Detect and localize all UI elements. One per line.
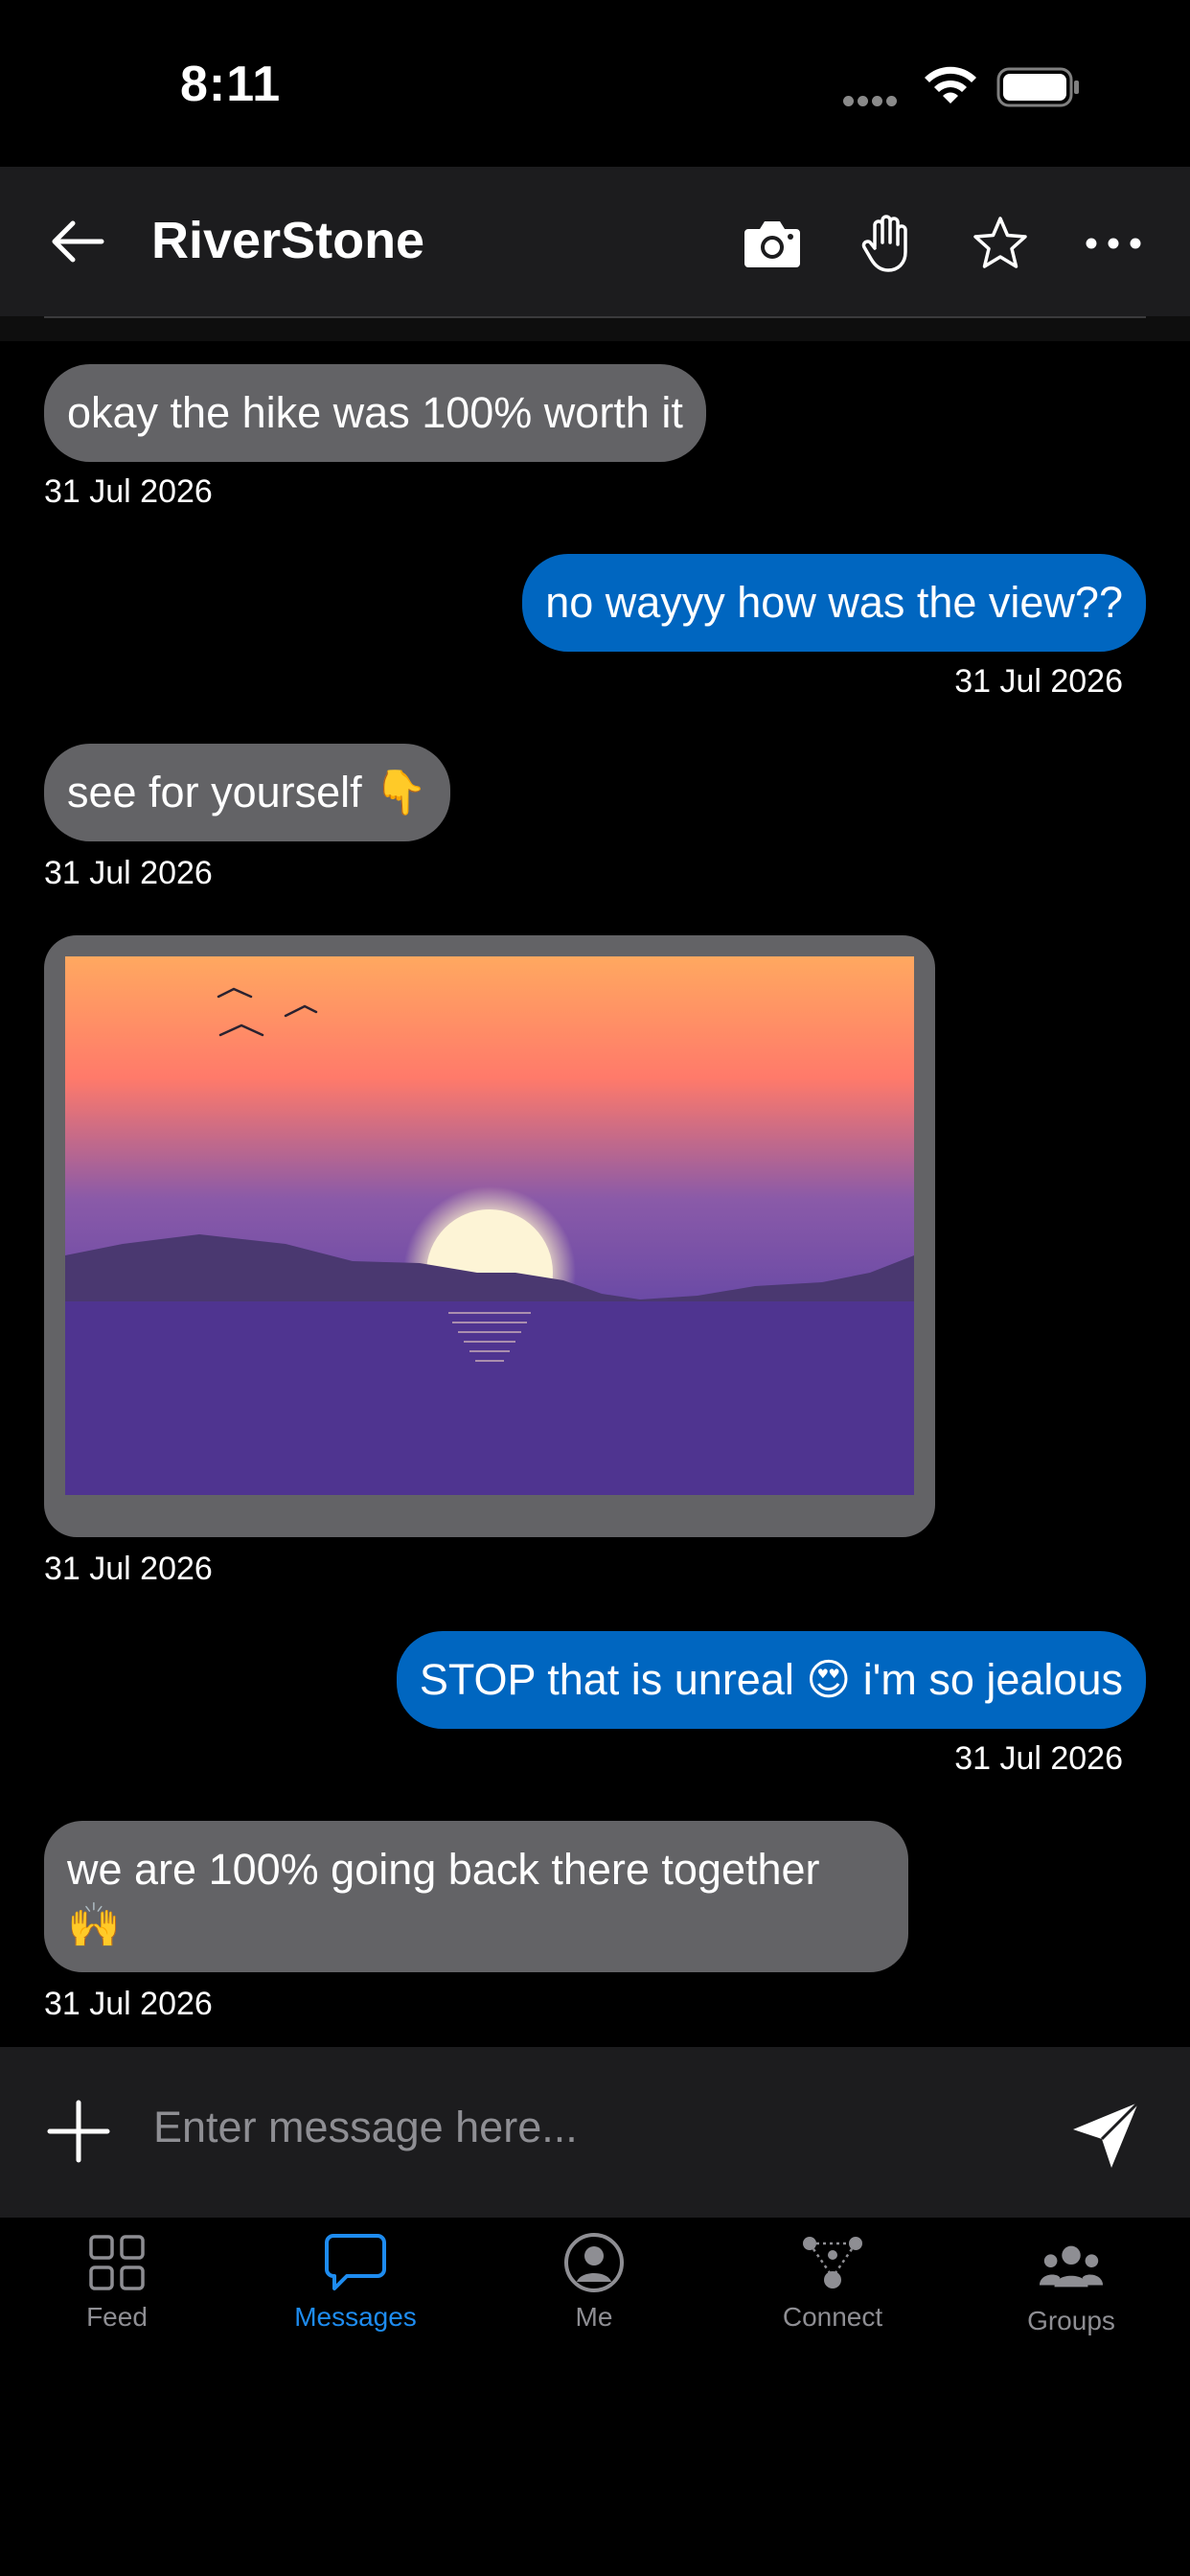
message-timestamp: 31 Jul 2026 — [44, 1986, 213, 2022]
tab-label: Me — [575, 2302, 613, 2332]
signal-icon — [843, 94, 904, 106]
tab-label: Groups — [1027, 2306, 1115, 2335]
star-icon — [973, 217, 1027, 268]
tab-connect[interactable]: Connect — [737, 2229, 928, 2344]
tab-label: Connect — [782, 2302, 883, 2332]
message-timestamp: 31 Jul 2026 — [954, 663, 1123, 700]
favorite-button[interactable] — [962, 205, 1039, 282]
header-divider-strip — [0, 316, 1190, 341]
battery-icon — [996, 67, 1079, 107]
camera-button[interactable] — [734, 205, 811, 282]
plus-icon — [47, 2100, 110, 2163]
chat-title: RiverStone — [151, 212, 425, 269]
message-timestamp: 31 Jul 2026 — [44, 1551, 213, 1587]
header-divider — [44, 316, 1146, 318]
hand-icon — [861, 215, 907, 272]
tab-label: Feed — [86, 2302, 148, 2332]
incoming-message-bubble[interactable]: see for yourself 👇 — [44, 744, 451, 841]
send-button[interactable] — [1065, 2095, 1146, 2175]
incoming-message-bubble[interactable]: we are 100% going back there together 🙌 — [44, 1821, 908, 1972]
add-attachment-button[interactable] — [42, 2095, 115, 2168]
tab-groups[interactable]: Groups — [975, 2233, 1167, 2348]
more-icon — [1086, 238, 1141, 249]
message-text: STOP that is unreal 😍 i'm so jealous — [419, 1655, 1123, 1704]
camera-icon — [744, 221, 800, 267]
message-text: okay the hike was 100% worth it — [67, 388, 683, 437]
status-bar: 8:11 — [0, 0, 1190, 167]
message-input[interactable] — [153, 2093, 1016, 2162]
message-text: see for yourself 👇 — [67, 768, 428, 816]
chat-bubble-icon — [325, 2234, 386, 2290]
more-button[interactable] — [1075, 205, 1152, 282]
message-timestamp: 31 Jul 2026 — [44, 855, 213, 891]
wave-button[interactable] — [849, 205, 926, 282]
outgoing-message-bubble[interactable]: STOP that is unreal 😍 i'm so jealous — [396, 1631, 1146, 1729]
message-text-line-1: we are 100% going back there together — [67, 1845, 820, 1894]
tab-label: Messages — [294, 2302, 417, 2332]
send-icon — [1073, 2101, 1140, 2168]
back-button[interactable] — [38, 205, 115, 278]
back-arrow-icon — [52, 220, 104, 263]
tab-feed[interactable]: Feed — [21, 2229, 213, 2344]
tab-me[interactable]: Me — [498, 2229, 690, 2344]
incoming-message-bubble[interactable]: okay the hike was 100% worth it — [44, 364, 706, 462]
tab-messages[interactable]: Messages — [260, 2229, 451, 2344]
image-message-bubble[interactable] — [44, 935, 935, 1537]
profile-icon — [564, 2233, 624, 2292]
message-timestamp: 31 Jul 2026 — [954, 1740, 1123, 1777]
message-text-line-2: 🙌 — [67, 1900, 122, 1949]
message-text: no wayyy how was the view?? — [545, 578, 1123, 627]
groups-icon — [1039, 2245, 1104, 2288]
message-timestamp: 31 Jul 2026 — [44, 473, 213, 510]
status-time: 8:11 — [180, 57, 282, 112]
sunset-photo — [65, 956, 914, 1495]
grid-icon — [89, 2235, 145, 2290]
network-icon — [803, 2237, 862, 2288]
outgoing-message-bubble[interactable]: no wayyy how was the view?? — [522, 554, 1146, 652]
wifi-icon — [925, 66, 976, 104]
